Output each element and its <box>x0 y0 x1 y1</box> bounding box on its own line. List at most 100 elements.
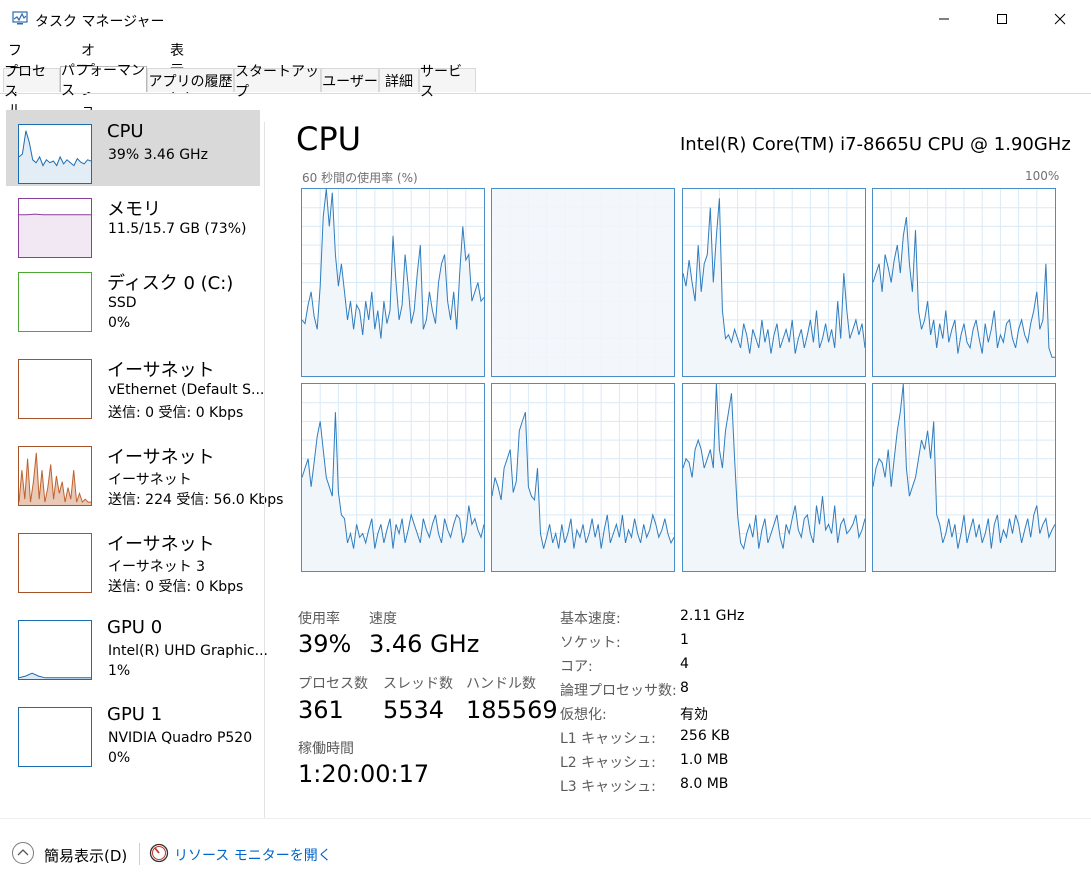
detail-value: 8 <box>680 680 689 696</box>
sidebar-item-disk0[interactable]: ディスク 0 (C:) SSD 0% <box>6 258 260 334</box>
detail-value: 256 KB <box>680 728 730 744</box>
tab-users[interactable]: ユーザー <box>321 68 379 92</box>
sidebar-item-title: イーサネット <box>107 447 215 468</box>
sidebar-item-cpu[interactable]: CPU 39% 3.46 GHz <box>6 110 260 186</box>
resource-sidebar: CPU 39% 3.46 GHz メモリ 11.5/15.7 GB (73%) … <box>0 94 283 818</box>
sidebar-item-title: ディスク 0 (C:) <box>107 273 234 294</box>
sidebar-divider <box>264 122 265 818</box>
thumbnail-chart <box>18 672 91 679</box>
uptime-label: 稼働時間 <box>298 741 354 757</box>
sidebar-item-value: 1% <box>108 663 131 679</box>
processes-value: 361 <box>298 696 344 724</box>
cpu-usage-chart <box>492 384 674 571</box>
minimize-button[interactable] <box>915 0 973 38</box>
open-resource-monitor-link[interactable]: リソース モニターを開く <box>174 845 332 865</box>
ethernet-thumbnail-graph <box>18 446 92 506</box>
cpu-usage-chart <box>873 384 1055 571</box>
chevron-up-icon[interactable] <box>11 841 35 865</box>
speed-label: 速度 <box>369 611 397 627</box>
detail-key: 論理プロセッサ数: <box>560 683 677 699</box>
cpu-usage-chart <box>492 189 674 376</box>
detail-key: ソケット: <box>560 635 621 651</box>
sidebar-item-title: イーサネット <box>107 360 215 381</box>
task-manager-icon <box>12 11 28 25</box>
detail-value: 有効 <box>680 707 708 723</box>
logical-processor-graph <box>682 383 866 572</box>
minimize-icon <box>939 18 949 20</box>
window-title: タスク マネージャー <box>35 14 165 30</box>
tab-bar: プロセス パフォーマンス アプリの履歴 スタートアップ ユーザー 詳細 サービス <box>0 63 1091 100</box>
logical-processor-graph <box>872 188 1056 377</box>
sidebar-item-value: 0% <box>108 315 131 331</box>
maximize-button[interactable] <box>973 0 1031 38</box>
detail-key: 仮想化: <box>560 707 607 723</box>
footer-divider <box>0 818 1091 819</box>
sidebar-item-detail: イーサネット <box>108 472 192 488</box>
detail-key: L3 キャッシュ: <box>560 779 656 795</box>
handles-label: ハンドル数 <box>466 676 536 692</box>
page-title: CPU <box>296 120 362 158</box>
ethernet-thumbnail-graph <box>18 359 92 419</box>
sidebar-item-value: 0% <box>108 750 131 766</box>
sidebar-item-title: GPU 0 <box>107 617 163 638</box>
sidebar-item-ethernet-2[interactable]: イーサネット イーサネット 送信: 224 受信: 56.0 Kbps <box>6 432 283 508</box>
sidebar-item-value: 送信: 0 受信: 0 Kbps <box>108 579 244 595</box>
thumbnail-chart <box>19 213 91 257</box>
handles-value: 185569 <box>466 696 558 724</box>
gpu-thumbnail-graph <box>18 620 92 680</box>
sidebar-item-detail: NVIDIA Quadro P520 <box>108 730 253 746</box>
graph-caption: 60 秒間の使用率 (%) <box>302 171 418 185</box>
sidebar-item-title: メモリ <box>107 199 161 220</box>
title-bar[interactable]: タスク マネージャー <box>0 0 1091 38</box>
usage-value: 39% <box>298 630 352 658</box>
sidebar-item-ethernet-3[interactable]: イーサネット イーサネット 3 送信: 0 受信: 0 Kbps <box>6 519 260 595</box>
logical-processor-graph <box>682 188 866 377</box>
logical-processor-graph <box>491 383 675 572</box>
detail-key: 基本速度: <box>560 611 621 627</box>
close-button[interactable] <box>1031 0 1089 38</box>
thumbnail-chart <box>19 360 91 418</box>
thumbnail-chart <box>19 708 91 766</box>
sidebar-item-detail: 39% 3.46 GHz <box>108 147 208 163</box>
cpu-usage-chart <box>683 189 865 376</box>
speed-value: 3.46 GHz <box>369 630 480 658</box>
tab-details[interactable]: 詳細 <box>379 68 419 92</box>
threads-value: 5534 <box>383 696 445 724</box>
sidebar-item-memory[interactable]: メモリ 11.5/15.7 GB (73%) <box>6 184 260 260</box>
sidebar-item-gpu0[interactable]: GPU 0 Intel(R) UHD Graphic... 1% <box>6 606 268 682</box>
tab-startup[interactable]: スタートアップ <box>234 64 321 100</box>
thumbnail-line <box>19 213 91 216</box>
tab-processes[interactable]: プロセス <box>3 64 60 100</box>
thumbnail-area <box>19 214 91 257</box>
sidebar-item-detail: 11.5/15.7 GB (73%) <box>108 221 247 237</box>
cpu-usage-chart <box>683 384 865 571</box>
sidebar-item-ethernet-1[interactable]: イーサネット vEthernet (Default S... 送信: 0 受信:… <box>6 345 264 421</box>
uptime-value: 1:20:00:17 <box>298 760 430 788</box>
tab-services[interactable]: サービス <box>419 64 476 100</box>
detail-value: 1 <box>680 632 689 648</box>
cpu-usage-chart <box>873 189 1055 376</box>
gpu-thumbnail-graph <box>18 707 92 767</box>
thumbnail-chart <box>19 534 91 592</box>
fewer-details-button[interactable]: 簡易表示(D) <box>44 845 127 866</box>
cpu-usage-chart <box>302 189 484 376</box>
maximize-icon <box>997 14 1007 24</box>
detail-key: コア: <box>560 659 593 675</box>
thumbnail-area <box>19 130 91 183</box>
close-icon <box>1054 13 1066 25</box>
tab-performance[interactable]: パフォーマンス <box>60 63 147 99</box>
sidebar-item-gpu1[interactable]: GPU 1 NVIDIA Quadro P520 0% <box>6 693 260 769</box>
detail-key: L1 キャッシュ: <box>560 731 656 747</box>
sidebar-item-title: CPU <box>107 121 144 142</box>
sidebar-item-value: 送信: 0 受信: 0 Kbps <box>108 405 244 421</box>
cpu-model-name: Intel(R) Core(TM) i7-8665U CPU @ 1.90GHz <box>680 134 1071 155</box>
ethernet-thumbnail-graph <box>18 533 92 593</box>
processes-label: プロセス数 <box>298 676 368 692</box>
detail-value: 2.11 GHz <box>680 608 745 624</box>
sidebar-item-detail: イーサネット 3 <box>108 559 206 575</box>
thumbnail-chart <box>18 452 91 505</box>
cpu-thumbnail-graph <box>18 124 92 184</box>
tab-app-history[interactable]: アプリの履歴 <box>147 68 234 92</box>
graph-max-label: 100% <box>1025 169 1060 183</box>
disk-thumbnail-graph <box>18 272 92 332</box>
